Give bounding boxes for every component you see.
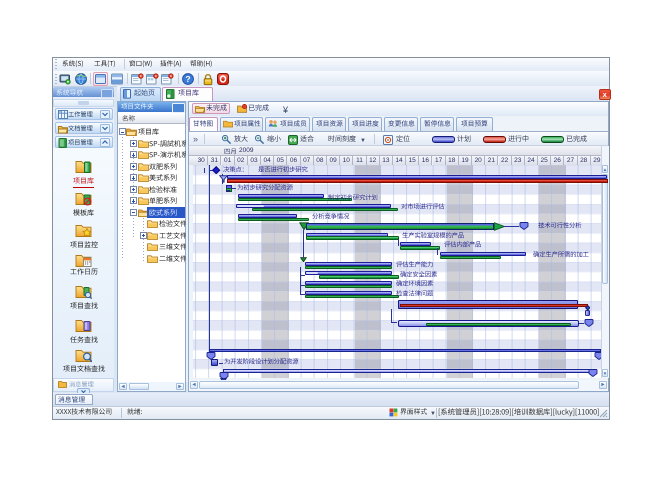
svg-text:?: ? (185, 74, 190, 84)
